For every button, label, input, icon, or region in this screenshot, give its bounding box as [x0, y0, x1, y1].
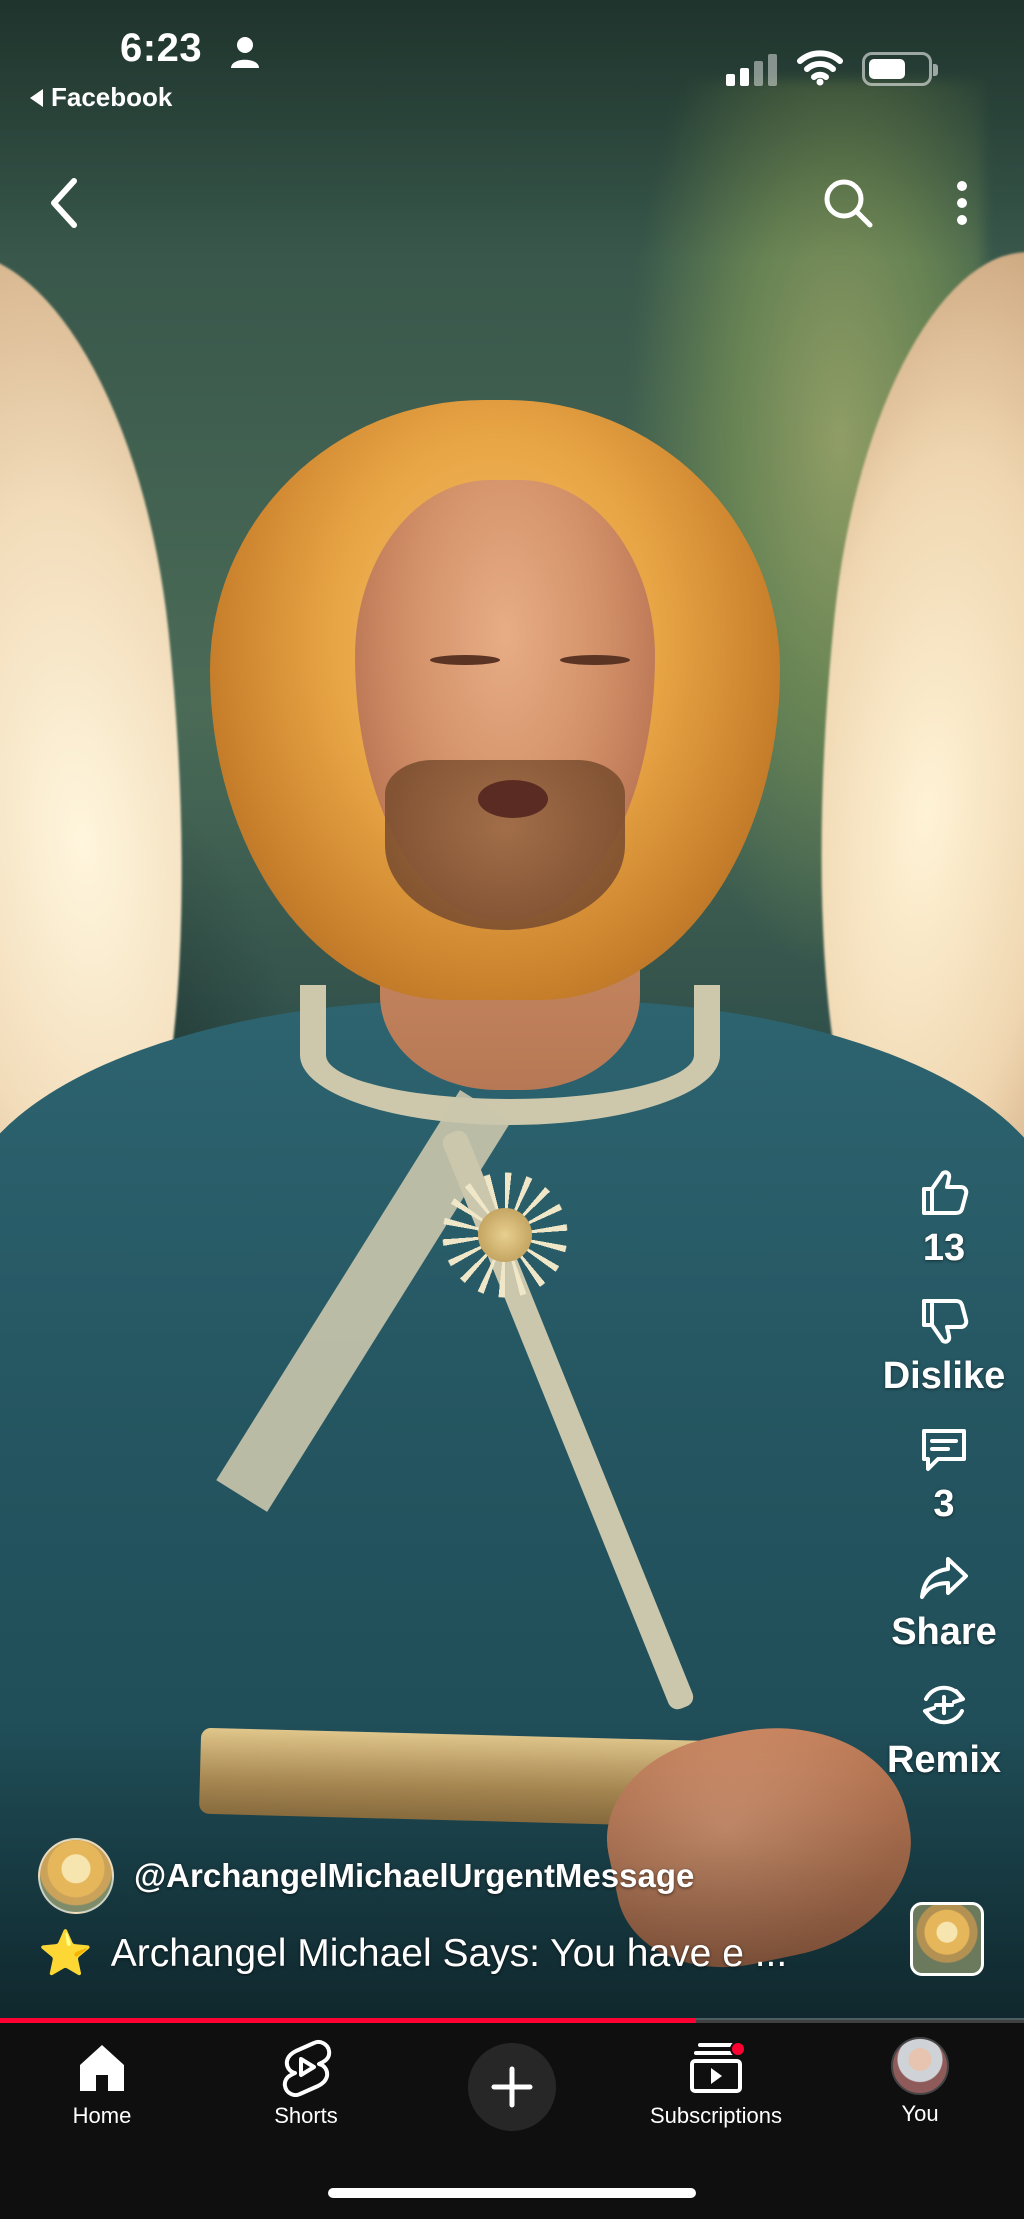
remix-button[interactable]: Remix: [864, 1677, 1024, 1783]
like-button[interactable]: 13: [864, 1165, 1024, 1271]
status-time: 6:23: [120, 26, 203, 70]
dislike-button[interactable]: Dislike: [864, 1293, 1024, 1399]
video-title[interactable]: Archangel Michael Says: You have e ...: [111, 1932, 787, 1976]
back-app-label: Facebook: [51, 82, 173, 112]
search-button[interactable]: [816, 168, 880, 238]
cellular-signal-icon: [726, 52, 778, 86]
comment-count: 3: [933, 1483, 955, 1525]
thumbs-up-icon: [922, 1170, 969, 1215]
person-icon: [231, 37, 259, 68]
nav-subscriptions[interactable]: Subscriptions: [616, 2037, 816, 2129]
more-vertical-icon: [957, 181, 967, 225]
comment-icon: [922, 1429, 966, 1471]
sun-emblem: [440, 1170, 570, 1300]
avatar: [891, 2037, 949, 2095]
chevron-left-icon: [51, 178, 77, 228]
collar: [300, 985, 720, 1125]
channel-row[interactable]: @ArchangelMichaelUrgentMessage: [38, 1838, 694, 1914]
nav-shorts-label: Shorts: [274, 2103, 338, 2128]
action-rail: 13 Dislike 3 Share Remix: [864, 1165, 1024, 1783]
back-to-app-link[interactable]: Facebook: [30, 82, 172, 113]
nav-home-label: Home: [72, 2103, 132, 2128]
nav-you[interactable]: You: [820, 2037, 1020, 2127]
home-icon: [80, 2045, 124, 2091]
more-options-button[interactable]: [944, 168, 980, 238]
search-icon: [824, 179, 873, 228]
remix-label: Remix: [886, 1739, 1002, 1781]
comments-button[interactable]: 3: [864, 1421, 1024, 1527]
back-triangle-icon: [30, 88, 43, 107]
mouth: [478, 780, 548, 818]
battery-icon: [862, 52, 938, 86]
home-indicator: [328, 2188, 696, 2198]
nav-home[interactable]: Home: [2, 2037, 202, 2129]
nav-shorts[interactable]: Shorts: [206, 2037, 406, 2129]
plus-icon: [491, 2066, 533, 2108]
channel-avatar[interactable]: [38, 1838, 114, 1914]
nav-subscriptions-label: Subscriptions: [649, 2103, 783, 2128]
channel-handle[interactable]: @ArchangelMichaelUrgentMessage: [134, 1857, 694, 1895]
remix-icon: [923, 1685, 965, 1725]
share-button[interactable]: Share: [864, 1549, 1024, 1655]
share-icon: [920, 1557, 968, 1599]
create-button[interactable]: [468, 2043, 556, 2131]
dislike-label: Dislike: [882, 1355, 1006, 1397]
sound-thumbnail[interactable]: [910, 1902, 984, 1976]
bottom-navigation: Home Shorts Subscriptions You: [0, 2023, 1024, 2219]
wifi-icon: [797, 50, 843, 86]
star-icon: ⭐: [38, 1929, 93, 1978]
video-title-row[interactable]: ⭐ Archangel Michael Says: You have e ...: [38, 1932, 898, 1976]
left-eye: [430, 655, 500, 665]
shorts-icon: [282, 2040, 332, 2097]
back-button[interactable]: [36, 168, 92, 238]
like-count: 13: [922, 1227, 966, 1269]
right-eye: [560, 655, 630, 665]
notification-dot: [730, 2041, 746, 2057]
thumbs-down-icon: [922, 1299, 969, 1344]
nav-you-label: You: [901, 2101, 939, 2126]
share-label: Share: [891, 1611, 997, 1653]
